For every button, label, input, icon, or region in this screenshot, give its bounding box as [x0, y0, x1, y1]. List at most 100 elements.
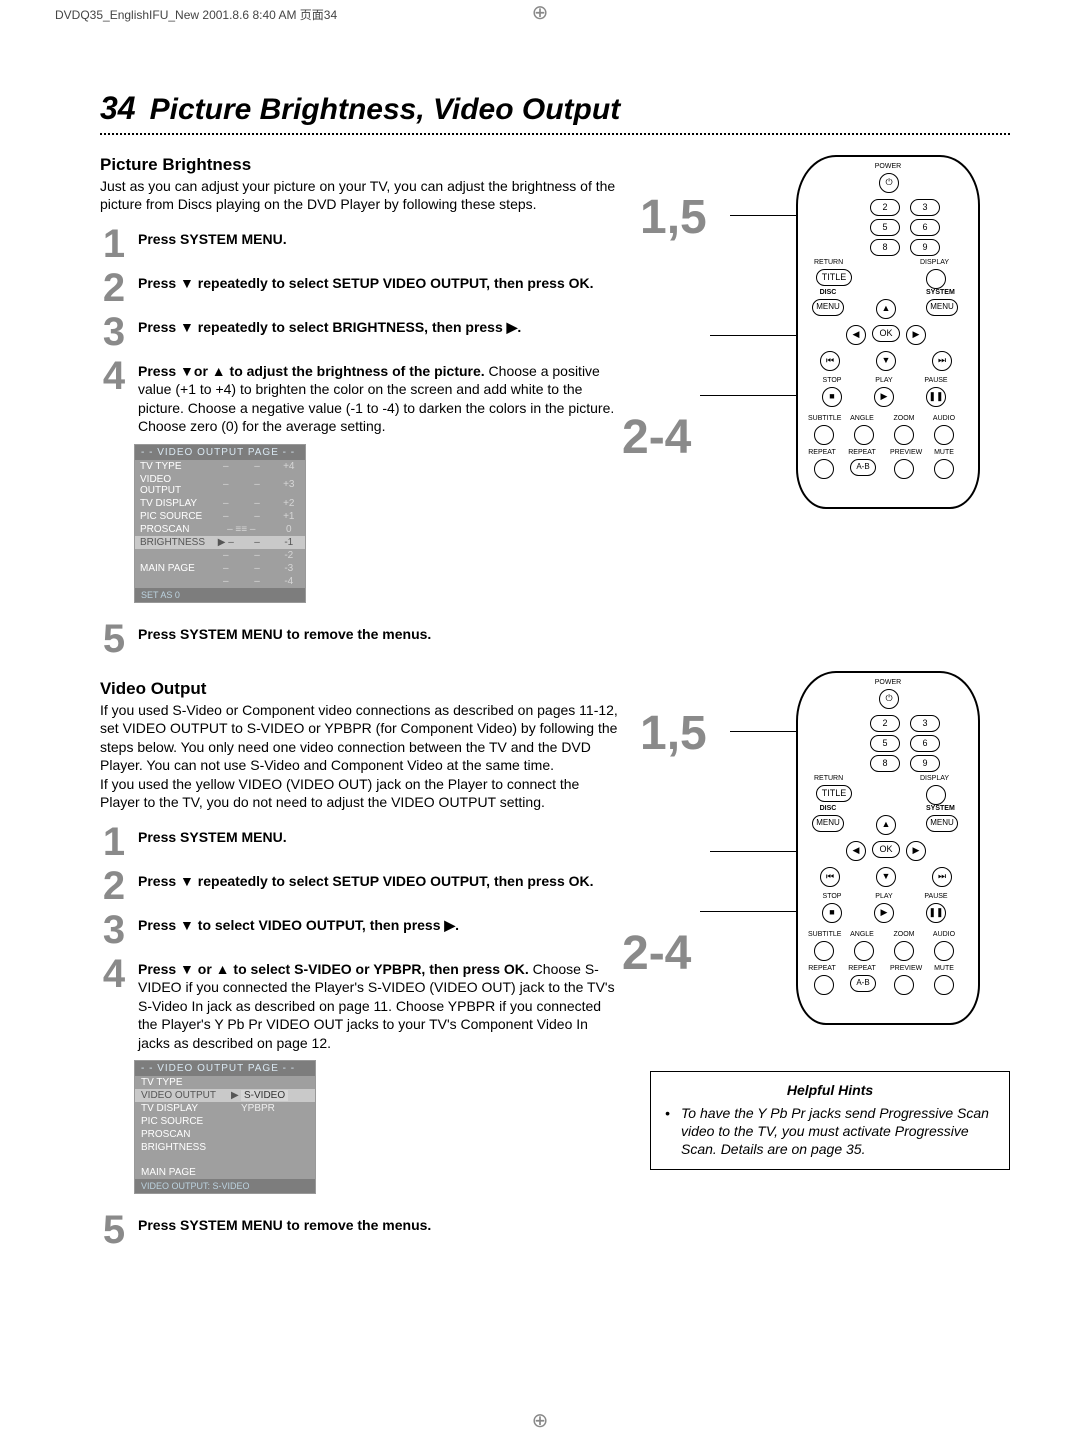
return-label: RETURN [814, 259, 842, 266]
repeat-label: REPEAT [808, 965, 836, 972]
zoom-button [894, 941, 914, 961]
bullet-icon: • [665, 1104, 675, 1159]
video-output-intro: If you used S-Video or Component video c… [100, 701, 620, 812]
ok-button: OK [872, 325, 900, 342]
mute-label: MUTE [930, 965, 958, 972]
remote-illustration-2: 1,5 2-4 POWER ⏻ 2 3 5 6 8 9 RETURN [650, 671, 990, 1031]
disc-menu-button: MENU [812, 299, 844, 316]
power-label: POWER [874, 679, 902, 686]
osd-v: -3 [273, 562, 305, 575]
osd-option: S-VIDEO [241, 1090, 288, 1101]
digit-2: 2 [870, 715, 900, 732]
osd-title: - - VIDEO OUTPUT PAGE - - [135, 1061, 315, 1076]
step-number: 1 [100, 824, 128, 860]
right-button: ▶ [906, 841, 926, 861]
zoom-label: ZOOM [890, 415, 918, 422]
disc-label: DISC [814, 289, 842, 296]
callout-15: 1,5 [640, 706, 707, 761]
osd-v: 0 [273, 523, 305, 536]
osd-label [135, 575, 210, 588]
digit-8: 8 [870, 755, 900, 772]
title-button: TITLE [816, 785, 852, 802]
brightness-intro: Just as you can adjust your picture on y… [100, 177, 620, 214]
osd-label: PIC SOURCE [135, 510, 210, 523]
repeat-button [814, 459, 834, 479]
digit-9: 9 [910, 755, 940, 772]
hint-item: • To have the Y Pb Pr jacks send Progres… [665, 1104, 995, 1159]
osd-prefix: ▶ [231, 1090, 241, 1101]
audio-label: AUDIO [930, 415, 958, 422]
digit-3: 3 [910, 199, 940, 216]
step-bold: Press SYSTEM MENU. [138, 231, 287, 247]
osd-label: TV TYPE [141, 1077, 231, 1088]
osd-label: MAIN PAGE [141, 1167, 231, 1178]
digit-2: 2 [870, 199, 900, 216]
play-button: ▶ [874, 903, 894, 923]
video-output-step-3: 3 Press ▼ to select VIDEO OUTPUT, then p… [100, 912, 620, 948]
osd-v: ▶ – [210, 536, 242, 549]
step-number: 4 [100, 956, 128, 1052]
angle-label: ANGLE [848, 931, 876, 938]
system-label: SYSTEM [926, 805, 954, 812]
step-number: 1 [100, 226, 128, 262]
step-bold: Press ▼or ▲ to adjust the brightness of … [138, 363, 485, 379]
audio-button [934, 425, 954, 445]
system-label: SYSTEM [926, 289, 954, 296]
right-button: ▶ [906, 325, 926, 345]
ok-button: OK [872, 841, 900, 858]
prev-button: ⏮ [820, 351, 840, 371]
osd-brightness: - - VIDEO OUTPUT PAGE - - TV TYPE––+4 VI… [134, 444, 306, 603]
digit-5: 5 [870, 219, 900, 236]
zoom-label: ZOOM [890, 931, 918, 938]
display-button [926, 785, 946, 805]
osd-v: -1 [273, 536, 305, 549]
osd-label: PIC SOURCE [141, 1116, 231, 1127]
step-bold: Press SYSTEM MENU to remove the menus. [138, 626, 431, 642]
pause-button: ❚❚ [926, 903, 946, 923]
step-bold: Press SYSTEM MENU to remove the menus. [138, 1217, 431, 1233]
osd-v: – [242, 575, 273, 588]
power-button: ⏻ [879, 173, 899, 193]
step-number: 4 [100, 358, 128, 436]
video-output-step-5: 5 Press SYSTEM MENU to remove the menus. [100, 1212, 620, 1248]
ab-button: A-B [850, 975, 876, 992]
callout-24: 2-4 [622, 410, 691, 465]
brightness-step-3: 3 Press ▼ repeatedly to select BRIGHTNES… [100, 314, 620, 350]
step-bold: Press ▼ to select VIDEO OUTPUT, then pre… [138, 917, 459, 933]
display-label: DISPLAY [920, 775, 948, 782]
angle-label: ANGLE [848, 415, 876, 422]
step-number: 5 [100, 621, 128, 657]
osd-v: – [210, 562, 242, 575]
power-button: ⏻ [879, 689, 899, 709]
step-number: 2 [100, 270, 128, 306]
callout-15: 1,5 [640, 190, 707, 245]
osd-v: – [210, 473, 242, 497]
zoom-button [894, 425, 914, 445]
stop-button: ■ [822, 903, 842, 923]
repeat-button [814, 975, 834, 995]
osd-option: YPBPR [241, 1103, 275, 1114]
osd-label: PROSCAN [141, 1129, 231, 1140]
osd-v: – [242, 473, 273, 497]
osd-v: +1 [273, 510, 305, 523]
osd-v: – [210, 510, 242, 523]
angle-button [854, 425, 874, 445]
preview-button [894, 459, 914, 479]
osd-v: – [210, 549, 242, 562]
osd-label: BRIGHTNESS [135, 536, 210, 549]
brightness-heading: Picture Brightness [100, 155, 620, 175]
osd-footer: SET AS 0 [135, 588, 305, 602]
subtitle-label: SUBTITLE [808, 931, 836, 938]
step-bold: Press ▼ repeatedly to select SETUP VIDEO… [138, 873, 594, 889]
osd-v: – [210, 497, 242, 510]
audio-button [934, 941, 954, 961]
helpful-hints-box: Helpful Hints • To have the Y Pb Pr jack… [650, 1071, 1010, 1170]
subtitle-button [814, 941, 834, 961]
preview-label: PREVIEW [890, 965, 918, 972]
osd-title: - - VIDEO OUTPUT PAGE - - [135, 445, 305, 460]
repeat2-label: REPEAT [848, 965, 876, 972]
osd-v: -2 [273, 549, 305, 562]
osd-label: TV DISPLAY [141, 1103, 231, 1114]
audio-label: AUDIO [930, 931, 958, 938]
crop-mark-top: ⊕ [532, 0, 549, 25]
